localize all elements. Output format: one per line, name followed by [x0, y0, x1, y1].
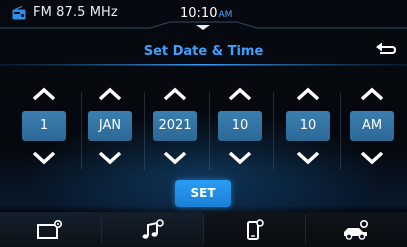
period-down-arrow-icon[interactable] — [359, 150, 385, 166]
month-up-arrow-icon[interactable] — [97, 86, 123, 102]
column-divider — [209, 92, 210, 170]
column-divider — [81, 92, 82, 170]
set-button[interactable]: SET — [175, 180, 231, 207]
month-value[interactable]: JAN — [88, 111, 132, 141]
nav-tab-vehicle-settings[interactable] — [306, 212, 407, 247]
month-down-arrow-icon[interactable] — [97, 150, 123, 166]
day-value[interactable]: 1 — [22, 111, 66, 141]
display-settings-icon — [37, 219, 62, 239]
minute-up-arrow-icon[interactable] — [295, 86, 321, 102]
page-title: Set Date & Time — [143, 44, 264, 59]
column-divider — [340, 92, 341, 170]
nav-divider — [203, 214, 204, 244]
status-bar: FM 87.5 MHz 10:10AM — [0, 0, 407, 30]
status-divider — [0, 21, 407, 30]
nav-divider — [305, 214, 306, 244]
title-underline — [0, 64, 407, 66]
minute-down-arrow-icon[interactable] — [295, 150, 321, 166]
pulldown-chevron-icon — [196, 25, 210, 30]
column-divider — [144, 92, 145, 170]
vehicle-settings-icon — [344, 219, 368, 240]
minute-value[interactable]: 10 — [286, 111, 330, 141]
period-picker: AM — [350, 86, 394, 166]
year-up-arrow-icon[interactable] — [162, 86, 188, 102]
phone-settings-icon — [247, 219, 264, 240]
hour-picker: 10 — [218, 86, 262, 166]
back-icon[interactable] — [374, 40, 398, 60]
hour-up-arrow-icon[interactable] — [227, 86, 253, 102]
period-value[interactable]: AM — [350, 111, 394, 141]
hour-down-arrow-icon[interactable] — [227, 150, 253, 166]
month-picker: JAN — [88, 86, 132, 166]
day-picker: 1 — [22, 86, 66, 166]
period-up-arrow-icon[interactable] — [359, 86, 385, 102]
day-down-arrow-icon[interactable] — [31, 150, 57, 166]
nav-tab-display-settings[interactable] — [0, 212, 101, 247]
year-picker: 2021 — [153, 86, 197, 166]
nav-tab-audio-settings[interactable] — [102, 212, 203, 247]
nav-tab-phone-settings[interactable] — [204, 212, 305, 247]
year-value[interactable]: 2021 — [153, 111, 197, 141]
day-up-arrow-icon[interactable] — [31, 86, 57, 102]
hour-value[interactable]: 10 — [218, 111, 262, 141]
minute-picker: 10 — [286, 86, 330, 166]
year-down-arrow-icon[interactable] — [162, 150, 188, 166]
audio-settings-icon — [142, 219, 164, 239]
nav-divider — [101, 214, 102, 244]
screen: FM 87.5 MHz 10:10AM Set Date & Time 1 JA… — [0, 0, 407, 247]
column-divider — [273, 92, 274, 170]
